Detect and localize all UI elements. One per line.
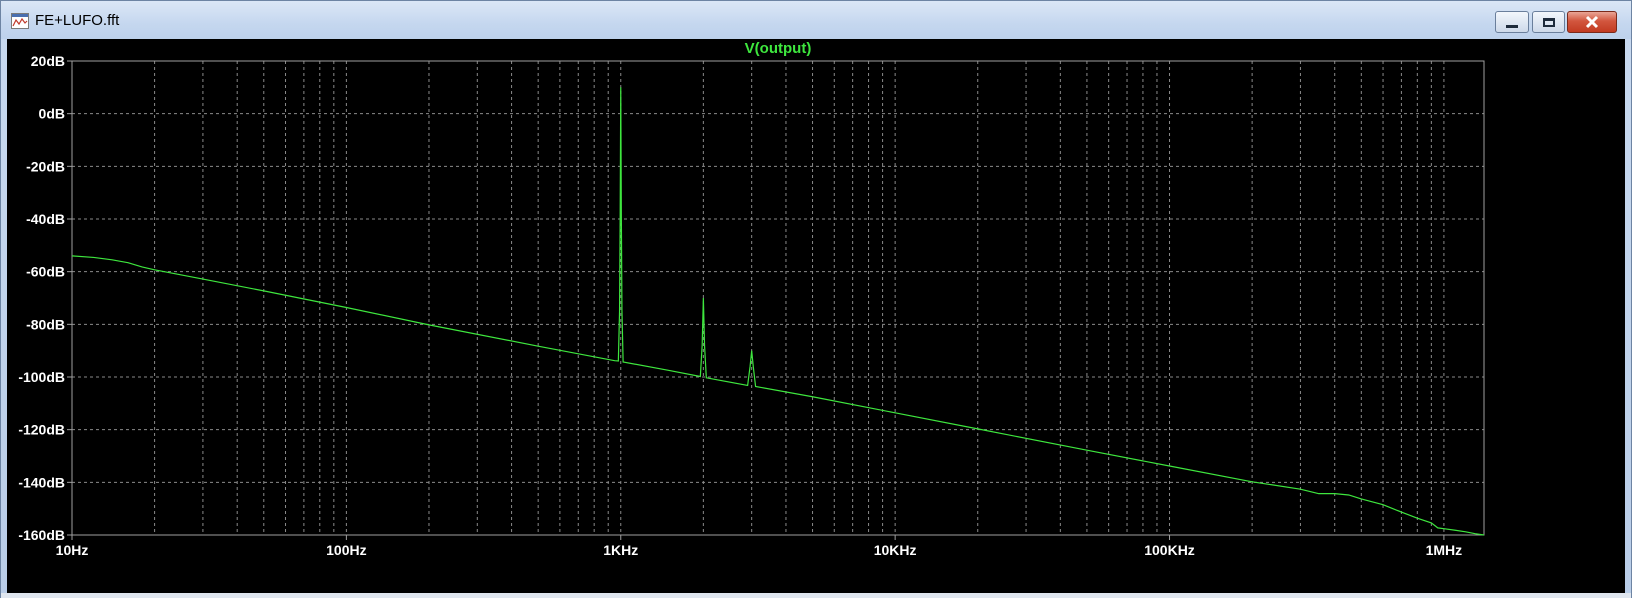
status-bar [1,593,1631,598]
title-bar[interactable]: FE+LUFO.fft [1,1,1631,39]
y-tick-label: -40dB [26,211,65,227]
trace-v-output[interactable] [71,87,1485,536]
minimize-icon [1506,24,1518,28]
y-tick-label: 20dB [31,53,65,69]
fft-plot[interactable]: 20dB 0dB -20dB -40dB -60dB -80dB -100dB -120dB -… [7,39,1625,593]
y-tick-label: 0dB [39,106,65,122]
y-tick-label: -120dB [18,422,65,438]
plot-frame [71,60,1485,536]
grid-lines [72,61,1484,535]
close-button[interactable] [1567,11,1617,33]
x-tick-label: 1KHz [603,542,638,558]
x-tick-label: 100KHz [1144,542,1195,558]
maximize-button[interactable] [1532,11,1565,33]
x-tick-label: 100Hz [326,542,366,558]
window-title: FE+LUFO.fft [35,12,120,29]
close-icon [1585,15,1599,29]
y-tick-label: -100dB [18,369,65,385]
x-tick-label: 10Hz [56,542,89,558]
fft-waveform-window: FE+LUFO.fft 20dB 0dB -20dB -40dB -60dB -80dB -… [0,0,1632,598]
y-tick-label: -60dB [26,264,65,280]
x-tick-label: 1MHz [1426,542,1463,558]
minimize-button[interactable] [1495,11,1529,33]
plot-title[interactable]: V(output) [745,40,812,57]
y-tick-label: -140dB [18,474,65,490]
y-tick-label: -80dB [26,316,65,332]
maximize-icon [1542,17,1555,27]
x-tick-label: 10KHz [874,542,917,558]
y-tick-label: -20dB [26,158,65,174]
plot-area[interactable]: 20dB 0dB -20dB -40dB -60dB -80dB -100dB -120dB -… [7,39,1625,593]
waveform-document-icon [11,13,29,29]
y-tick-label: -160dB [18,527,65,543]
